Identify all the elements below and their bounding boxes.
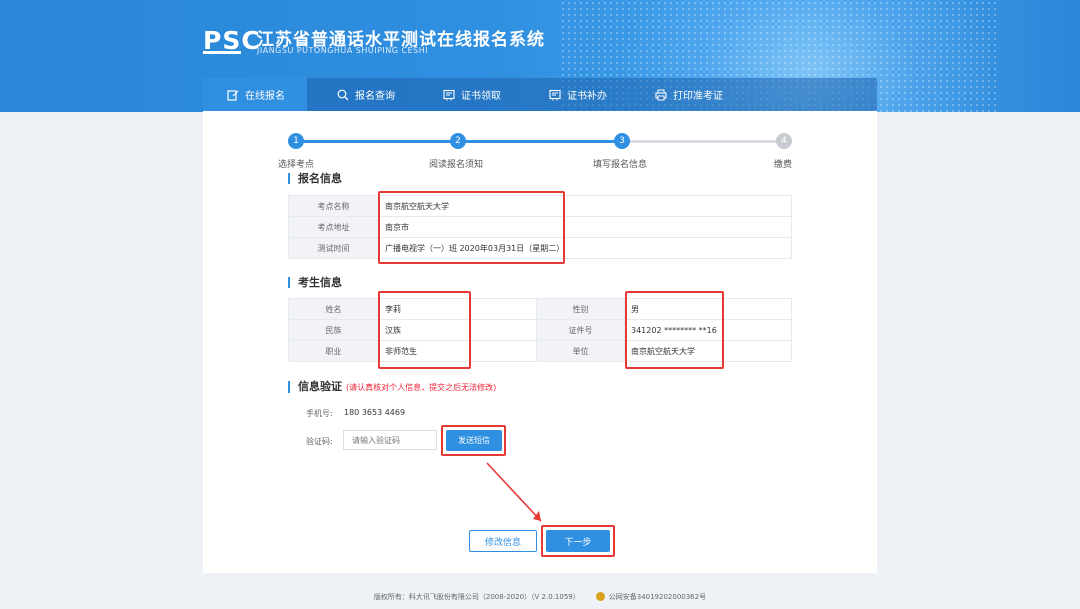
registration-section-title: 报名信息 <box>288 173 342 184</box>
table-label: 性别 <box>536 298 625 320</box>
table-row: 考点地址 南京市 <box>288 216 792 238</box>
logo-underline <box>203 51 241 54</box>
nav-certificate-reissue[interactable]: 证书补办 <box>523 78 629 111</box>
search-icon <box>337 89 349 101</box>
verify-section-title: 信息验证 (请认真核对个人信息，提交之后无法修改) <box>288 381 496 393</box>
table-value: 南京航空航天大学 <box>624 340 792 362</box>
table-label: 测试时间 <box>288 237 379 259</box>
certificate-icon <box>443 89 455 101</box>
step-2-dot: 2 <box>450 133 466 149</box>
printer-icon <box>655 89 667 101</box>
step-1-dot: 1 <box>288 133 304 149</box>
copyright-text: 版权所有：科大讯飞股份有限公司（2008-2020）（V 2.0.1059） <box>373 592 580 601</box>
table-label: 民族 <box>288 319 379 341</box>
table-label: 姓名 <box>288 298 379 320</box>
annotation-arrow <box>486 462 542 522</box>
progress-steps: 1 2 3 4 选择考点 阅读报名须知 填写报名信息 缴费 <box>203 123 877 173</box>
registration-card: 1 2 3 4 选择考点 阅读报名须知 填写报名信息 缴费 报名信息 考点名称 … <box>203 111 877 573</box>
registration-table: 考点名称 南京航空航天大学 考点地址 南京市 测试时间 广播电视学（一）班 20… <box>288 195 792 259</box>
table-row: 职业 非师范生 单位 南京航空航天大学 <box>288 340 792 362</box>
phone-value: 180 3653 4469 <box>344 408 406 417</box>
site-subtitle: JIANGSU PUTONGHUA SHUIPING CESHI <box>257 46 429 55</box>
table-value: 341202 ******** **16 <box>624 319 792 341</box>
table-value: 汉族 <box>378 319 537 341</box>
table-value: 李莉 <box>378 298 537 320</box>
verify-note: (请认真核对个人信息，提交之后无法修改) <box>346 383 497 392</box>
table-label: 单位 <box>536 340 625 362</box>
step-4-dot: 4 <box>776 133 792 149</box>
step-2-label: 阅读报名须知 <box>429 160 484 170</box>
table-row: 考点名称 南京航空航天大学 <box>288 195 792 217</box>
site-header: PSC 江苏省普通话水平测试在线报名系统 JIANGSU PUTONGHUA S… <box>0 0 1080 112</box>
verification-code-input[interactable] <box>343 430 437 450</box>
modify-info-button[interactable]: 修改信息 <box>469 530 537 552</box>
code-label: 验证码: <box>306 437 333 446</box>
step-line-pending <box>622 140 784 143</box>
phone-label: 手机号: <box>306 409 333 418</box>
step-3-dot: 3 <box>614 133 630 149</box>
police-emblem-icon <box>595 592 605 601</box>
table-row: 姓名 李莉 性别 男 <box>288 298 792 320</box>
step-3-label: 填写报名信息 <box>593 160 648 170</box>
nav-registration-query[interactable]: 报名查询 <box>307 78 417 111</box>
table-value: 非师范生 <box>378 340 537 362</box>
main-nav: 在线报名 报名查询 证书领取 证书补办 打印准考证 <box>203 78 877 111</box>
step-1-label: 选择考点 <box>278 160 315 170</box>
candidate-table: 姓名 李莉 性别 男 民族 汉族 证件号 341202 ******** **1… <box>288 298 792 362</box>
table-row: 测试时间 广播电视学（一）班 2020年03月31日（星期二） <box>288 237 792 259</box>
nav-online-registration[interactable]: 在线报名 <box>203 78 307 111</box>
candidate-section-title: 考生信息 <box>288 277 342 288</box>
table-label: 职业 <box>288 340 379 362</box>
psc-logo[interactable]: PSC <box>203 26 261 55</box>
site-footer: 版权所有：科大讯飞股份有限公司（2008-2020）（V 2.0.1059） 公… <box>0 584 1080 609</box>
edit-icon <box>227 89 239 101</box>
table-row: 民族 汉族 证件号 341202 ******** **16 <box>288 319 792 341</box>
table-label: 证件号 <box>536 319 625 341</box>
nav-print-admission[interactable]: 打印准考证 <box>629 78 745 111</box>
send-sms-button[interactable]: 发送短信 <box>446 430 502 451</box>
step-4-label: 缴费 <box>774 160 793 170</box>
next-step-button[interactable]: 下一步 <box>546 530 610 552</box>
table-value: 广播电视学（一）班 2020年03月31日（星期二） <box>378 237 792 259</box>
certificate-reissue-icon <box>549 89 561 101</box>
table-label: 考点地址 <box>288 216 379 238</box>
table-value: 南京市 <box>378 216 792 238</box>
table-label: 考点名称 <box>288 195 379 217</box>
table-value: 男 <box>624 298 792 320</box>
table-value: 南京航空航天大学 <box>378 195 792 217</box>
nav-certificate-pickup[interactable]: 证书领取 <box>417 78 523 111</box>
police-record-link[interactable]: 公网安备34019202000362号 <box>609 592 706 602</box>
